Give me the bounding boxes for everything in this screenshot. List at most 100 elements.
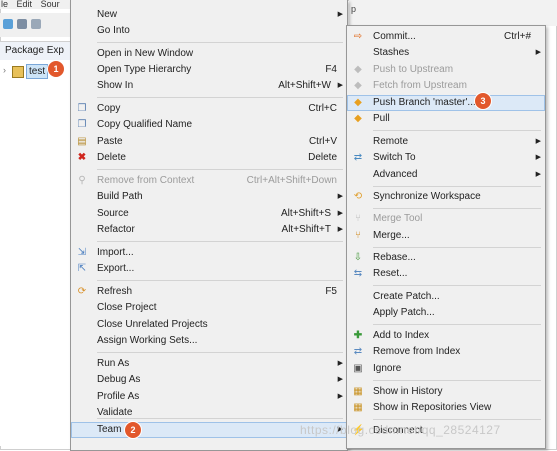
menu-item-push-to-upstream[interactable]: ◆ Push to Upstream — [347, 62, 545, 78]
new-icon[interactable] — [3, 19, 13, 29]
submenu-arrow-icon: ▶ — [337, 210, 343, 217]
menu-item-refactor[interactable]: Refactor Alt+Shift+T ▶ — [71, 222, 347, 238]
menu-accelerator: F4 — [325, 64, 337, 75]
menu-separator — [373, 247, 541, 248]
add-icon: ✚ — [353, 330, 363, 341]
submenu-arrow-icon: ▶ — [337, 193, 343, 200]
menu-label: Push Branch 'master'... — [373, 97, 476, 108]
menu-separator — [373, 285, 541, 286]
menu-item-close-project[interactable]: Close Project — [71, 300, 347, 316]
menu-item-stashes[interactable]: Stashes ▶ — [347, 45, 545, 61]
menu-item-switch-to[interactable]: ⇄ Switch To ▶ — [347, 150, 545, 166]
chevron-right-icon[interactable]: › — [3, 65, 6, 75]
menu-label: Merge... — [373, 230, 410, 241]
step-badge-2: 2 — [125, 422, 141, 438]
menu-item-remote[interactable]: Remote ▶ — [347, 134, 545, 150]
menu-label: Team — [97, 424, 122, 435]
menu-item-copy[interactable]: ❐ Copy Ctrl+C — [71, 101, 347, 117]
menu-item-fetch-from-upstream[interactable]: ◆ Fetch from Upstream — [347, 78, 545, 94]
menu-label: Advanced — [373, 169, 418, 180]
menu-label: Remove from Context — [97, 175, 195, 186]
project-icon — [12, 66, 24, 78]
push-upstream-icon: ◆ — [354, 64, 362, 75]
menu-item-refresh[interactable]: ⟳ Refresh F5 — [71, 284, 347, 300]
menu-item-paste[interactable]: ▤ Paste Ctrl+V — [71, 134, 347, 150]
menu-item-ignore[interactable]: ▣ Ignore — [347, 361, 545, 377]
menu-item-apply-patch[interactable]: Apply Patch... — [347, 305, 545, 321]
menu-label: Merge Tool — [373, 213, 423, 224]
menu-item-merge[interactable]: ⑂ Merge... — [347, 228, 545, 244]
menu-label: Source — [97, 208, 129, 219]
save-icon[interactable] — [17, 19, 27, 29]
menu-label: Add to Index — [373, 330, 430, 341]
menu-label: Show in Repositories View — [373, 402, 492, 413]
menu-item-source[interactable]: Source Alt+Shift+S ▶ — [71, 206, 347, 222]
menu-label: Close Project — [97, 302, 157, 313]
menu-item-open-type-hierarchy[interactable]: Open Type Hierarchy F4 — [71, 62, 347, 78]
menu-item-debug-as[interactable]: Debug As ▶ — [71, 372, 347, 388]
menu-item-export[interactable]: ⇱ Export... — [71, 261, 347, 277]
project-label[interactable]: test — [26, 64, 49, 79]
menu-item-reset[interactable]: ⇆ Reset... — [347, 266, 545, 282]
menu-item-push-branch-master[interactable]: ◆ Push Branch 'master'... — [347, 95, 545, 111]
submenu-arrow-icon: ▶ — [337, 376, 343, 383]
editor-tab[interactable]: p — [351, 4, 356, 14]
menu-file[interactable]: le — [1, 0, 8, 9]
menu-item-create-patch[interactable]: Create Patch... — [347, 289, 545, 305]
menu-accelerator: Delete — [308, 152, 337, 163]
menu-item-merge-tool[interactable]: ⑂ Merge Tool — [347, 211, 545, 227]
context-menu: New ▶ Go Into Open in New Window Open Ty… — [70, 0, 348, 451]
menu-item-show-in[interactable]: Show In Alt+Shift+W ▶ — [71, 78, 347, 94]
menu-item-go-into[interactable]: Go Into — [71, 23, 347, 39]
package-explorer-title: Package Exp — [0, 42, 75, 60]
menu-item-close-unrelated-projects[interactable]: Close Unrelated Projects — [71, 317, 347, 333]
menu-item-assign-working-sets[interactable]: Assign Working Sets... — [71, 333, 347, 349]
menu-label: Commit... — [373, 31, 416, 42]
menu-label: Export... — [97, 263, 135, 274]
menu-item-remove-from-context[interactable]: ⚲ Remove from Context Ctrl+Alt+Shift+Dow… — [71, 173, 347, 189]
menu-item-run-as[interactable]: Run As ▶ — [71, 356, 347, 372]
menu-item-commit[interactable]: ⇨ Commit... Ctrl+# — [347, 29, 545, 45]
menu-item-delete[interactable]: ✖ Delete Delete — [71, 150, 347, 166]
menu-label: Synchronize Workspace — [373, 191, 481, 202]
history-icon: ▦ — [353, 386, 363, 397]
menu-item-remove-from-index[interactable]: ⇄ Remove from Index — [347, 344, 545, 360]
menu-source[interactable]: Sour — [41, 0, 60, 9]
menu-item-profile-as[interactable]: Profile As ▶ — [71, 389, 347, 405]
menu-item-build-path[interactable]: Build Path ▶ — [71, 189, 347, 205]
refresh-icon: ⟳ — [77, 286, 87, 297]
menu-label: Open Type Hierarchy — [97, 64, 192, 75]
copy-icon: ❐ — [77, 103, 87, 114]
menu-label: Copy — [97, 103, 121, 114]
menu-label: Reset... — [373, 268, 408, 279]
submenu-arrow-icon: ▶ — [535, 49, 541, 56]
ide-toolbar — [0, 13, 70, 37]
menu-item-open-new-window[interactable]: Open in New Window — [71, 46, 347, 62]
menu-label: Fetch from Upstream — [373, 80, 467, 91]
ide-menubar: le Edit Sour — [0, 0, 71, 9]
menu-item-pull[interactable]: ◆ Pull — [347, 111, 545, 127]
save-all-icon[interactable] — [31, 19, 41, 29]
menu-item-import[interactable]: ⇲ Import... — [71, 245, 347, 261]
menu-label: Close Unrelated Projects — [97, 319, 208, 330]
menu-item-advanced[interactable]: Advanced ▶ — [347, 167, 545, 183]
menu-item-synchronize-workspace[interactable]: ⟲ Synchronize Workspace — [347, 189, 545, 205]
menu-separator — [373, 324, 541, 325]
menu-item-show-in-history[interactable]: ▦ Show in History — [347, 384, 545, 400]
submenu-arrow-icon: ▶ — [337, 82, 343, 89]
menu-item-copy-qualified-name[interactable]: ❐ Copy Qualified Name — [71, 117, 347, 133]
paste-icon: ▤ — [77, 136, 87, 147]
menu-label: Refactor — [97, 224, 135, 235]
menu-item-add-to-index[interactable]: ✚ Add to Index — [347, 328, 545, 344]
menu-separator — [373, 419, 541, 420]
rebase-icon: ⇩ — [353, 252, 363, 263]
team-submenu: ⇨ Commit... Ctrl+# Stashes ▶ ◆ Push to U… — [346, 25, 546, 449]
menu-accelerator: Alt+Shift+S — [280, 208, 331, 219]
menu-item-show-in-repositories-view[interactable]: ▦ Show in Repositories View — [347, 400, 545, 416]
menu-edit[interactable]: Edit — [17, 0, 33, 9]
editor-header: p — [349, 0, 557, 26]
submenu-arrow-icon: ▶ — [337, 393, 343, 400]
fetch-upstream-icon: ◆ — [354, 80, 362, 91]
menu-item-rebase[interactable]: ⇩ Rebase... — [347, 250, 545, 266]
menu-item-new[interactable]: New ▶ — [71, 7, 347, 23]
